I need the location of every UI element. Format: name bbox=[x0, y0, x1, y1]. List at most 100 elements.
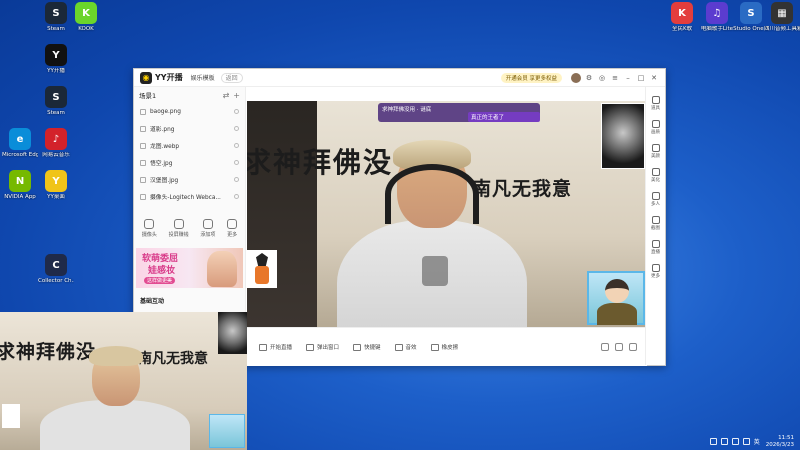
dragon-image bbox=[601, 103, 645, 169]
nvidia-desktop-icon[interactable]: N NVIDIA App bbox=[2, 170, 38, 200]
promo-banner[interactable]: 软萌委屈 娃感妆 这样做更美 bbox=[136, 248, 243, 288]
right-tool-label: 道具 bbox=[651, 106, 660, 111]
desktop-icon-label: KOOK bbox=[78, 26, 94, 32]
right-tool-label: 截图 bbox=[651, 226, 660, 231]
right-tool-3[interactable]: 美化 bbox=[646, 168, 665, 183]
sound-effect-button[interactable]: 音效 bbox=[394, 343, 417, 351]
interact-title: 基础互动 bbox=[140, 298, 165, 305]
right-tool-icon bbox=[651, 144, 660, 152]
steam2-desktop-icon[interactable]: S Steam bbox=[38, 86, 74, 116]
eraser-button[interactable]: 橡皮擦 bbox=[430, 343, 459, 351]
kook-desktop-icon[interactable]: K KOOK bbox=[68, 2, 104, 32]
source-label: baoge.png bbox=[150, 108, 181, 115]
visibility-icon[interactable] bbox=[234, 194, 239, 199]
visibility-icon[interactable] bbox=[234, 177, 239, 182]
close-icon[interactable]: ✕ bbox=[649, 73, 659, 83]
right-tool-5[interactable]: 截图 bbox=[646, 216, 665, 231]
settings-small-icon[interactable] bbox=[629, 343, 637, 351]
scene-header: 场景1 ⇄ + bbox=[134, 87, 245, 103]
visibility-icon[interactable] bbox=[234, 126, 239, 131]
source-checkbox[interactable] bbox=[140, 142, 146, 149]
singer-lite-desktop-icon[interactable]: ♫ 电脑歌手Lite bbox=[699, 2, 735, 32]
right-tool-7[interactable]: 更多 bbox=[646, 264, 665, 279]
tool-more-button[interactable]: 更多 bbox=[227, 219, 237, 238]
visibility-icon[interactable] bbox=[234, 160, 239, 165]
source-checkbox[interactable] bbox=[140, 176, 146, 183]
tool-screencast-button[interactable]: 投屏赚钱 bbox=[169, 219, 189, 238]
source-item[interactable]: 龙图.webp bbox=[134, 137, 245, 154]
battery-icon[interactable] bbox=[742, 438, 750, 446]
bottom-bar-label: 音效 bbox=[405, 345, 417, 351]
user-avatar[interactable] bbox=[571, 72, 581, 83]
settings-icon[interactable]: ⚙ bbox=[584, 73, 594, 83]
reorder-icon[interactable]: ⇄ bbox=[223, 91, 230, 100]
desktop-icon-label: YY开播 bbox=[47, 68, 65, 74]
maximize-icon[interactable]: □ bbox=[636, 73, 646, 83]
source-item[interactable]: baoge.png bbox=[134, 103, 245, 120]
tool-add-item-button[interactable]: 添加项 bbox=[200, 219, 215, 238]
back-button[interactable]: 返回 bbox=[220, 72, 243, 83]
live-preview[interactable]: 求神拜佛没 南凡无我意 求神拜佛没用 · 谜底 真正的王者了 bbox=[247, 101, 647, 327]
eraser-icon bbox=[430, 343, 439, 351]
right-tool-1[interactable]: 画质 bbox=[646, 120, 665, 135]
right-tool-4[interactable]: 多人 bbox=[646, 192, 665, 207]
system-tray: 英 11:51 2026/3/23 bbox=[709, 435, 794, 448]
source-checkbox[interactable] bbox=[140, 159, 146, 166]
minimize-icon[interactable]: – bbox=[623, 73, 633, 83]
source-label: 道影.png bbox=[150, 127, 175, 133]
add-source-icon[interactable]: + bbox=[233, 91, 240, 100]
tool-screencast-icon bbox=[173, 219, 184, 229]
edge-glyph-icon: e bbox=[9, 128, 31, 150]
audio-toolbox-desktop-icon[interactable]: ▦ 四川音频工具箱 bbox=[764, 2, 800, 32]
netease-music-desktop-icon[interactable]: ♪ 网易云音乐 bbox=[38, 128, 74, 158]
template-button[interactable]: 娱乐模板 bbox=[191, 73, 215, 82]
menu-icon[interactable]: ≡ bbox=[610, 73, 620, 83]
yy-glyph-icon: Y bbox=[45, 170, 67, 192]
yy-live-glyph-icon: Y bbox=[45, 44, 67, 66]
right-tool-2[interactable]: 美颜 bbox=[646, 144, 665, 159]
source-item[interactable]: 摄像头-Logitech Webca... bbox=[134, 188, 245, 205]
bottom-toolbar: 开始直播 弹出窗口 快捷键 音效 橡皮擦 bbox=[247, 327, 647, 366]
visibility-icon[interactable] bbox=[234, 143, 239, 148]
camera-icon[interactable] bbox=[615, 343, 623, 351]
clock[interactable]: 11:51 2026/3/23 bbox=[766, 435, 794, 448]
steam2-glyph-icon: S bbox=[45, 86, 67, 108]
source-item[interactable]: 悟空.jpg bbox=[134, 154, 245, 171]
source-item[interactable]: 道影.png bbox=[134, 120, 245, 137]
singer-lite-glyph-icon: ♫ bbox=[706, 2, 728, 24]
ime-indicator[interactable]: 英 bbox=[754, 437, 760, 446]
yy-desktop-icon[interactable]: Y YY桌面 bbox=[38, 170, 74, 200]
visibility-icon[interactable] bbox=[234, 109, 239, 114]
popout-window-button[interactable]: 弹出窗口 bbox=[306, 343, 339, 351]
right-tool-6[interactable]: 直播 bbox=[646, 240, 665, 255]
show-hidden-icon[interactable] bbox=[709, 438, 717, 446]
kge-desktop-icon[interactable]: K 全民K歌 bbox=[664, 2, 700, 32]
bottom-bar-label: 橡皮擦 bbox=[441, 345, 459, 351]
source-item[interactable]: 汉堡图.jpg bbox=[134, 171, 245, 188]
source-label: 悟空.jpg bbox=[150, 161, 173, 167]
right-tool-icon bbox=[651, 240, 660, 248]
volume-icon[interactable] bbox=[731, 438, 739, 446]
vip-button[interactable]: 开通会员 享更多权益 bbox=[500, 72, 562, 83]
yy-live-desktop-icon[interactable]: Y YY开播 bbox=[38, 44, 74, 74]
right-tool-icon bbox=[651, 168, 660, 176]
layout-icon[interactable] bbox=[601, 343, 609, 351]
audio-toolbox-glyph-icon: ▦ bbox=[771, 2, 793, 24]
network-icon[interactable] bbox=[720, 438, 728, 446]
source-label: 汉堡图.jpg bbox=[150, 178, 179, 184]
desktop-icon-label: 网易云音乐 bbox=[42, 152, 70, 158]
collector-desktop-icon[interactable]: C Collector Ch... bbox=[38, 254, 74, 284]
right-tool-0[interactable]: 道具 bbox=[646, 96, 665, 111]
source-checkbox[interactable] bbox=[140, 193, 146, 200]
edge-desktop-icon[interactable]: e Microsoft Edge bbox=[2, 128, 38, 158]
start-live-button[interactable]: 开始直播 bbox=[259, 343, 292, 351]
app-title: YY开播 bbox=[155, 73, 183, 82]
scene-title[interactable]: 场景1 bbox=[139, 90, 156, 100]
hotkey-button[interactable]: 快捷键 bbox=[353, 343, 381, 351]
tool-camera-button[interactable]: 摄像头 bbox=[142, 219, 157, 238]
skin-icon[interactable]: ◎ bbox=[597, 73, 607, 83]
secondary-goku-sticker bbox=[2, 404, 20, 428]
gift-line2: 真正的王者了 bbox=[471, 115, 505, 121]
source-checkbox[interactable] bbox=[140, 108, 146, 115]
source-checkbox[interactable] bbox=[140, 125, 146, 132]
